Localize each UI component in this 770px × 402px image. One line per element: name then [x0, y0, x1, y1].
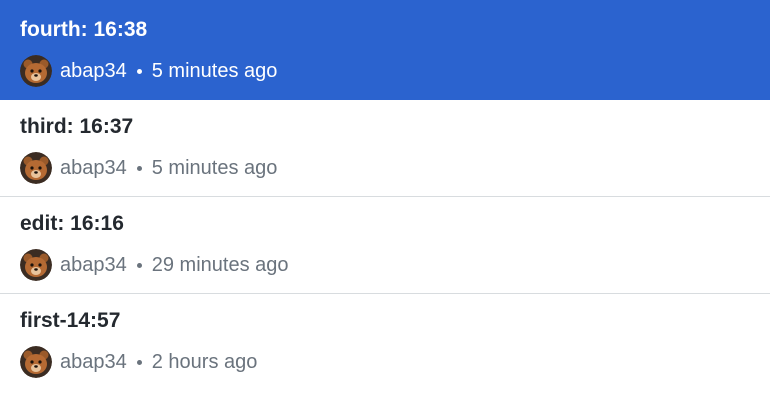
bear-avatar-icon: [20, 346, 52, 378]
commit-title: fourth: 16:38: [20, 18, 148, 41]
commit-list: fourth: 16:38 abap34 5 minutes ago third…: [0, 0, 770, 402]
commit-author: abap34: [60, 350, 127, 373]
commit-meta: abap34 5 minutes ago: [20, 55, 770, 87]
commit-meta: abap34 5 minutes ago: [20, 152, 770, 184]
commit-item[interactable]: edit: 16:16 abap34 29 minutes ago: [0, 197, 770, 294]
commit-item-selected[interactable]: fourth: 16:38 abap34 5 minutes ago: [0, 3, 770, 100]
separator-dot: [136, 262, 142, 268]
bear-avatar-icon: [20, 152, 52, 184]
commit-time: 2 hours ago: [151, 350, 258, 373]
commit-time: 5 minutes ago: [151, 156, 278, 179]
separator-dot: [136, 165, 142, 171]
commit-title: first-14:57: [20, 309, 121, 332]
commit-author: abap34: [60, 59, 127, 82]
commit-title: third: 16:37: [20, 115, 134, 138]
commit-time: 29 minutes ago: [151, 253, 289, 276]
bear-avatar-icon: [20, 249, 52, 281]
commit-meta: abap34 2 hours ago: [20, 346, 770, 378]
commit-title: edit: 16:16: [20, 212, 124, 235]
commit-author: abap34: [60, 156, 127, 179]
commit-author: abap34: [60, 253, 127, 276]
commit-meta: abap34 29 minutes ago: [20, 249, 770, 281]
bear-avatar-icon: [20, 55, 52, 87]
separator-dot: [136, 359, 142, 365]
commit-time: 5 minutes ago: [151, 59, 278, 82]
commit-item[interactable]: third: 16:37 abap34 5 minutes ago: [0, 100, 770, 197]
separator-dot: [136, 68, 142, 74]
commit-item[interactable]: first-14:57 abap34 2 hours ago: [0, 294, 770, 391]
